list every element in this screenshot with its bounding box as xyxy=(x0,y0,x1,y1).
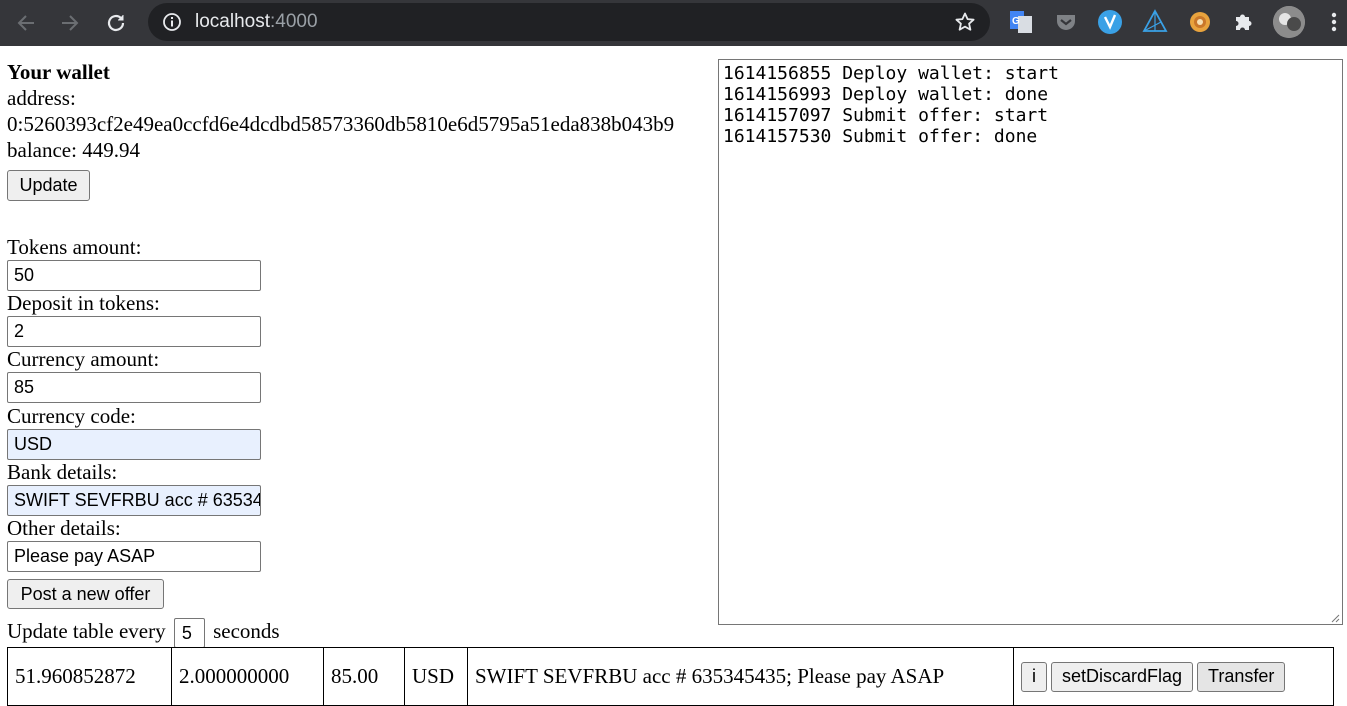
log-textarea[interactable]: 1614156855 Deploy wallet: start 16141569… xyxy=(718,59,1343,625)
avatar[interactable] xyxy=(1273,6,1305,38)
svg-text:G: G xyxy=(1012,16,1020,27)
transfer-button[interactable]: Transfer xyxy=(1197,661,1286,692)
page-content: Your wallet address: 0:5260393cf2e49ea0c… xyxy=(0,48,1347,706)
currency-amount-input[interactable]: 85 xyxy=(7,372,261,403)
resize-grip-icon[interactable] xyxy=(1330,613,1340,623)
post-offer-button[interactable]: Post a new offer xyxy=(7,579,164,609)
deposit-input[interactable]: 2 xyxy=(7,316,261,347)
offer-amount-cell: 85.00 xyxy=(323,647,405,706)
currency-amount-label: Currency amount: xyxy=(7,347,160,371)
address-bar[interactable]: localhost:4000 xyxy=(148,3,990,41)
offer-currency-cell: USD xyxy=(404,647,468,706)
deposit-label: Deposit in tokens: xyxy=(7,291,160,315)
vivaldi-icon[interactable] xyxy=(1097,9,1123,35)
wallet-address: 0:5260393cf2e49ea0ccfd6e4dcdbd58573360db… xyxy=(7,112,675,136)
wallet-heading: Your wallet xyxy=(7,60,110,84)
offer-deposit-cell: 2.000000000 xyxy=(171,647,324,706)
set-discard-flag-button[interactable]: setDiscardFlag xyxy=(1051,661,1194,692)
other-details-label: Other details: xyxy=(7,516,121,540)
offer-tokens-cell: 51.960852872 xyxy=(7,647,172,706)
pocket-icon[interactable] xyxy=(1053,9,1079,35)
puzzle-icon[interactable] xyxy=(1231,9,1257,35)
offers-table: 51.960852872 2.000000000 85.00 USD SWIFT… xyxy=(7,647,1334,706)
refresh-prefix: Update table every xyxy=(7,619,166,643)
refresh-suffix: seconds xyxy=(213,619,280,643)
browser-toolbar: localhost:4000 G xyxy=(0,0,1347,46)
url-host: localhost xyxy=(195,11,270,32)
site-info-icon[interactable] xyxy=(162,12,182,32)
currency-code-label: Currency code: xyxy=(7,404,136,428)
reload-icon[interactable] xyxy=(102,9,130,37)
offer-actions-cell: i setDiscardFlag Transfer xyxy=(1013,647,1334,706)
gear-flower-icon[interactable] xyxy=(1187,9,1213,35)
table-row: 51.960852872 2.000000000 85.00 USD SWIFT… xyxy=(7,647,1334,706)
translate-icon[interactable]: G xyxy=(1008,9,1034,35)
currency-code-input[interactable]: USD xyxy=(7,429,261,460)
other-details-input[interactable]: Please pay ASAP xyxy=(7,541,261,572)
menu-icon[interactable] xyxy=(1321,9,1347,35)
url-port: :4000 xyxy=(270,11,318,32)
update-button[interactable]: Update xyxy=(7,170,90,201)
refresh-row: Update table every 5 seconds xyxy=(7,616,280,649)
forward-icon[interactable] xyxy=(56,9,84,37)
bank-details-label: Bank details: xyxy=(7,460,118,484)
url-text[interactable]: localhost:4000 xyxy=(195,11,318,33)
tokens-amount-label: Tokens amount: xyxy=(7,235,142,259)
triangle-icon[interactable] xyxy=(1142,9,1168,35)
address-label: address: xyxy=(7,86,76,110)
refresh-interval-input[interactable]: 5 xyxy=(173,618,205,649)
bank-details-input[interactable]: SWIFT SEVFRBU acc # 635345435 xyxy=(7,485,261,516)
wallet-balance: balance: 449.94 xyxy=(7,138,140,162)
back-icon[interactable] xyxy=(12,9,40,37)
offer-details-cell: SWIFT SEVFRBU acc # 635345435; Please pa… xyxy=(467,647,1014,706)
tokens-amount-input[interactable]: 50 xyxy=(7,260,261,291)
bookmark-star-icon[interactable] xyxy=(954,11,976,33)
info-button[interactable]: i xyxy=(1021,661,1047,692)
